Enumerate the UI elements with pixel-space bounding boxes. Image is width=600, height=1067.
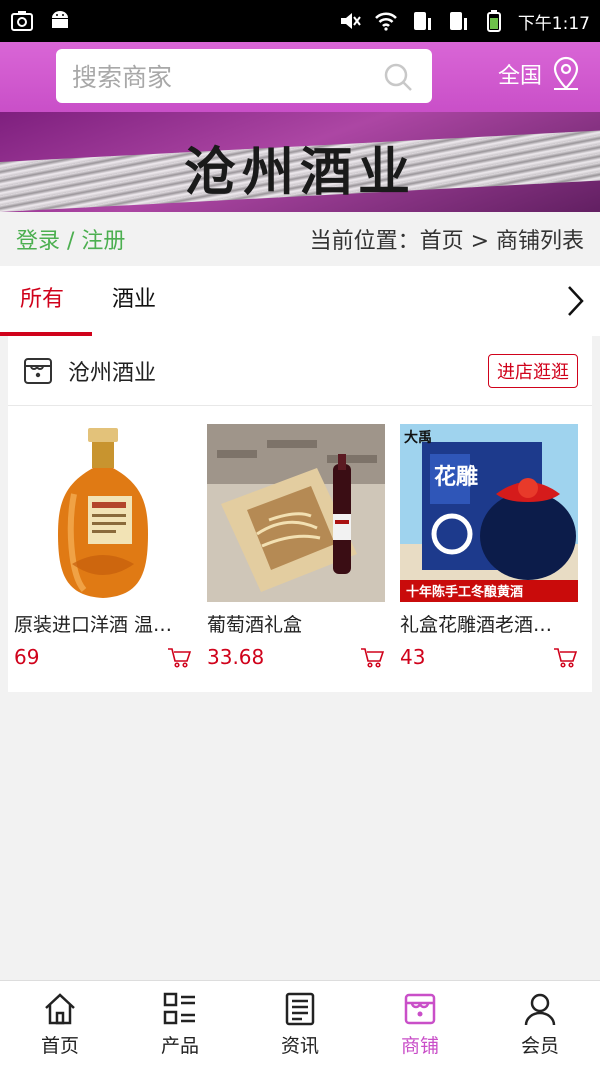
product-image-wine-gift-box[interactable]	[207, 424, 385, 602]
status-bar: 下午1:17	[0, 0, 600, 42]
breadcrumb: 当前位置：首页 > 商铺列表	[309, 229, 584, 254]
grid-list-icon[interactable]	[162, 991, 198, 1027]
search-icon[interactable]	[382, 61, 414, 93]
product-item[interactable]: 原装进口洋酒 温… 69	[8, 424, 201, 669]
android-icon	[52, 11, 68, 28]
nav-home-label[interactable]: 首页	[41, 1031, 79, 1058]
sim-signal-2-icon	[449, 12, 467, 30]
enter-shop-button[interactable]: 进店逛逛	[488, 353, 578, 388]
nav-news[interactable]: 资讯	[240, 981, 360, 1067]
huadiao-label-text: 花雕	[434, 464, 478, 490]
tab-all[interactable]: 所有	[0, 266, 92, 336]
nav-products[interactable]: 产品	[120, 981, 240, 1067]
category-tabs: 所有 酒业	[0, 266, 600, 336]
wifi-icon	[374, 12, 397, 31]
shop-card-header: 沧州酒业 进店逛逛	[8, 336, 592, 406]
nav-shops[interactable]: 商铺	[360, 981, 480, 1067]
battery-icon	[486, 10, 501, 32]
nav-member[interactable]: 会员	[480, 981, 600, 1067]
cart-icon[interactable]	[167, 647, 191, 669]
cart-icon[interactable]	[553, 647, 577, 669]
shop-name[interactable]: 沧州酒业	[68, 355, 156, 387]
region-label[interactable]: 全国	[498, 58, 542, 90]
shop-icon	[24, 357, 52, 384]
status-time: 下午1:17	[517, 13, 590, 34]
product-image-brandy[interactable]	[14, 424, 192, 602]
screenshot-icon	[11, 11, 33, 31]
product-list: 原装进口洋酒 温… 69 葡萄酒礼盒 33.68 花雕 大禹 十年陈手工冬酿黄酒…	[8, 424, 592, 669]
nav-shops-label[interactable]: 商铺	[401, 1031, 439, 1058]
login-register-link[interactable]: 登录 / 注册	[16, 223, 125, 255]
location-pin-icon[interactable]	[550, 56, 582, 92]
news-icon[interactable]	[282, 991, 318, 1027]
region-selector[interactable]: 全国	[498, 56, 582, 92]
banner-title: 沧州酒业	[183, 142, 416, 203]
shop-card: 沧州酒业 进店逛逛 原装进口洋酒 温… 69 葡萄酒礼盒 33.68 花雕 大禹…	[8, 336, 592, 692]
chevron-right-icon[interactable]	[560, 283, 590, 319]
search-box[interactable]: 搜索商家	[56, 49, 432, 103]
sim-signal-icon	[413, 12, 431, 30]
product-item[interactable]: 葡萄酒礼盒 33.68	[201, 424, 394, 669]
product-banner-text: 十年陈手工冬酿黄酒	[406, 584, 523, 600]
nav-products-label[interactable]: 产品	[161, 1031, 199, 1058]
product-item[interactable]: 花雕 大禹 十年陈手工冬酿黄酒 礼盒花雕酒老酒… 43	[394, 424, 587, 669]
product-name[interactable]: 原装进口洋酒 温…	[14, 610, 192, 637]
shop-icon[interactable]	[402, 991, 438, 1027]
cart-icon[interactable]	[360, 647, 384, 669]
product-name[interactable]: 葡萄酒礼盒	[207, 610, 385, 637]
brand-corner-text: 大禹	[404, 429, 432, 446]
nav-home[interactable]: 首页	[0, 981, 120, 1067]
mute-icon	[340, 13, 361, 29]
user-icon[interactable]	[522, 991, 558, 1027]
nav-news-label[interactable]: 资讯	[281, 1031, 319, 1058]
bottom-nav: 首页 产品 资讯 商铺 会员	[0, 980, 600, 1067]
breadcrumb-bar: 登录 / 注册 当前位置：首页 > 商铺列表	[0, 212, 600, 266]
tab-liquor[interactable]: 酒业	[92, 266, 176, 336]
nav-member-label[interactable]: 会员	[521, 1031, 559, 1058]
home-icon[interactable]	[42, 991, 78, 1027]
product-image-huadiao-wine[interactable]: 花雕 大禹 十年陈手工冬酿黄酒	[400, 424, 578, 602]
search-input[interactable]: 搜索商家	[72, 58, 172, 94]
product-name[interactable]: 礼盒花雕酒老酒…	[400, 610, 578, 637]
shop-banner: 沧州酒业	[0, 112, 600, 212]
top-header: 搜索商家 全国	[0, 42, 600, 112]
